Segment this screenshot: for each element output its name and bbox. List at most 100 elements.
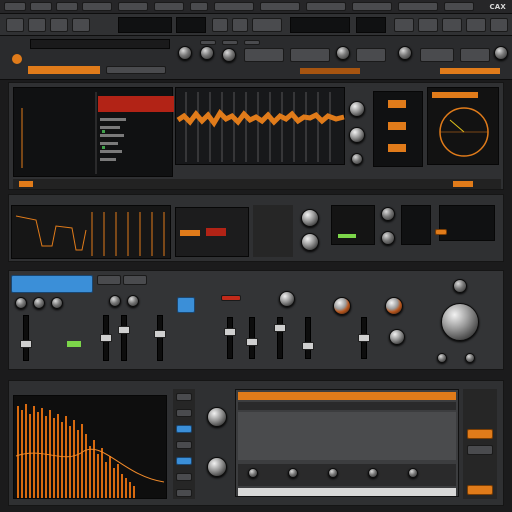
mixer-mode-button-1[interactable]	[97, 275, 121, 285]
mixer-fader-3[interactable]	[274, 317, 286, 359]
channel-knob-5[interactable]	[127, 295, 139, 307]
editor-small-knob-2[interactable]	[288, 468, 298, 478]
editor-small-knob-1[interactable]	[248, 468, 258, 478]
transport-play-button[interactable]	[50, 18, 68, 32]
xy-pad-icon[interactable]	[428, 88, 500, 166]
mixer-knob-7[interactable]	[465, 353, 475, 363]
side-button-3[interactable]	[176, 425, 192, 433]
mixer-knob-5[interactable]	[453, 279, 467, 293]
input-gain-knob[interactable]	[178, 46, 192, 60]
toolbar-button-b[interactable]	[418, 18, 438, 32]
side-button-5[interactable]	[176, 457, 192, 465]
editor-small-knob-4[interactable]	[368, 468, 378, 478]
right-orange-button-1[interactable]	[467, 429, 493, 439]
fader-cap[interactable]	[118, 326, 130, 334]
fader-cap[interactable]	[302, 342, 314, 350]
mixer-knob-1[interactable]	[279, 291, 295, 307]
channel-solo-button[interactable]	[177, 297, 195, 313]
send-knob-b[interactable]	[336, 46, 350, 60]
menu-button-track[interactable]	[82, 2, 112, 11]
chain-button-1[interactable]	[244, 48, 284, 62]
snap-button[interactable]	[252, 18, 282, 32]
mixer-knob-2[interactable]	[333, 297, 351, 315]
menu-button-devices[interactable]	[306, 2, 346, 11]
channel-knob-3[interactable]	[51, 297, 63, 309]
master-volume-knob[interactable]	[441, 303, 479, 341]
menu-button-view[interactable]	[56, 2, 78, 11]
chain-button-4[interactable]	[420, 48, 454, 62]
channel-knob-4[interactable]	[109, 295, 121, 307]
toolbar-button-c[interactable]	[442, 18, 462, 32]
channel-select-button[interactable]	[11, 275, 93, 293]
menu-button-mix[interactable]	[118, 2, 148, 11]
menu-button-window[interactable]	[154, 2, 184, 11]
menu-button-tools[interactable]	[260, 2, 300, 11]
fader-cap[interactable]	[154, 330, 166, 338]
mixer-knob-4[interactable]	[389, 329, 405, 345]
editor-knob-2[interactable]	[207, 457, 227, 477]
channel-fader-2[interactable]	[100, 315, 112, 361]
channel-knob-1[interactable]	[15, 297, 27, 309]
side-button-2[interactable]	[176, 409, 192, 417]
transport-stop-button[interactable]	[28, 18, 46, 32]
mixer-fader-4[interactable]	[302, 317, 314, 359]
send-knob-d[interactable]	[494, 46, 508, 60]
mixer-fader-5[interactable]	[358, 317, 370, 359]
side-button-4[interactable]	[176, 441, 192, 449]
metronome-button[interactable]	[232, 18, 248, 32]
fx-enable-button[interactable]	[435, 229, 447, 235]
fader-cap[interactable]	[20, 340, 32, 348]
right-orange-button-3[interactable]	[467, 485, 493, 495]
channel-record-arm[interactable]	[221, 295, 241, 301]
track-name-field[interactable]	[30, 39, 170, 49]
side-button-6[interactable]	[176, 473, 192, 481]
channel-fader-3[interactable]	[118, 315, 130, 361]
transport-record-button[interactable]	[72, 18, 90, 32]
row1-knob-1[interactable]	[349, 101, 365, 117]
input-pan-knob[interactable]	[200, 46, 214, 60]
side-button-7[interactable]	[176, 489, 192, 497]
menu-button-help[interactable]	[190, 2, 208, 11]
editor-knob-1[interactable]	[207, 407, 227, 427]
track-mode-button[interactable]	[106, 66, 166, 74]
menu-button-edit[interactable]	[30, 2, 52, 11]
send-knob-c[interactable]	[398, 46, 412, 60]
channel-knob-2[interactable]	[33, 297, 45, 309]
fader-cap[interactable]	[246, 338, 258, 346]
mixer-knob-3[interactable]	[385, 297, 403, 315]
mixer-fader-1[interactable]	[224, 317, 236, 359]
chain-button-5[interactable]	[460, 48, 490, 62]
fx-knob-3[interactable]	[381, 207, 395, 221]
device-slot-3[interactable]	[244, 40, 260, 45]
mixer-fader-2[interactable]	[246, 317, 258, 359]
fader-cap[interactable]	[100, 334, 112, 342]
mixer-knob-6[interactable]	[437, 353, 447, 363]
toolbar-button-d[interactable]	[466, 18, 486, 32]
toolbar-button-a[interactable]	[394, 18, 414, 32]
menu-button-prefs[interactable]	[398, 2, 438, 11]
row1-knob-3[interactable]	[351, 153, 363, 165]
fx-knob-1[interactable]	[301, 209, 319, 227]
side-button-1[interactable]	[176, 393, 192, 401]
toolbar-button-e[interactable]	[490, 18, 508, 32]
row1-knob-2[interactable]	[349, 127, 365, 143]
fx-knob-2[interactable]	[301, 233, 319, 251]
menu-button-more[interactable]	[444, 2, 474, 11]
send-knob-a[interactable]	[222, 48, 236, 62]
transport-rewind-button[interactable]	[6, 18, 24, 32]
editor-small-knob-5[interactable]	[408, 468, 418, 478]
mixer-mode-button-2[interactable]	[123, 275, 147, 285]
right-button-2[interactable]	[467, 445, 493, 455]
fx-knob-4[interactable]	[381, 231, 395, 245]
loop-button[interactable]	[212, 18, 228, 32]
fader-cap[interactable]	[224, 328, 236, 336]
channel-fader-4[interactable]	[154, 315, 166, 361]
device-slot-2[interactable]	[222, 40, 238, 45]
chain-button-2[interactable]	[290, 48, 330, 62]
menu-button-file[interactable]	[4, 2, 26, 11]
menu-button-plugins[interactable]	[352, 2, 392, 11]
menu-button-options[interactable]	[214, 2, 254, 11]
fader-cap[interactable]	[358, 334, 370, 342]
editor-small-knob-3[interactable]	[328, 468, 338, 478]
fader-cap[interactable]	[274, 324, 286, 332]
